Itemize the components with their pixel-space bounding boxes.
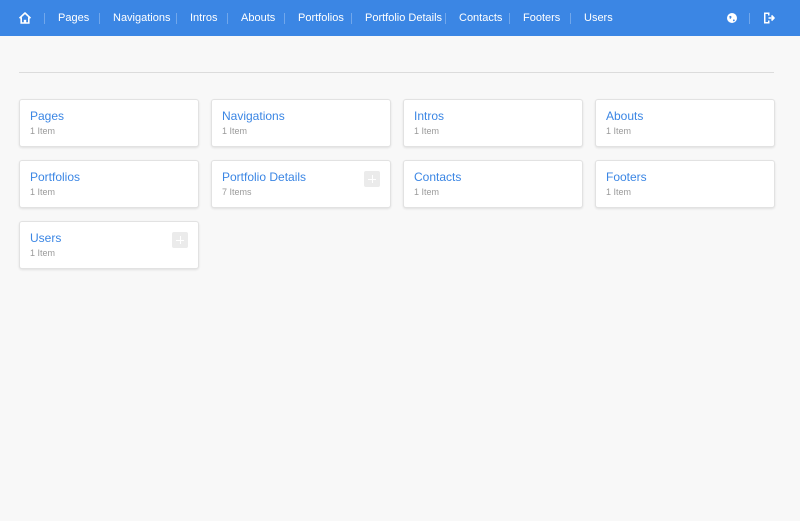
card-title[interactable]: Users: [30, 231, 61, 245]
home-icon[interactable]: [17, 10, 33, 26]
card-item-count: 1 Item: [222, 126, 248, 136]
card-intros[interactable]: Intros 1 Item: [403, 99, 583, 147]
card-item-count: 7 Items: [222, 187, 252, 197]
card-title[interactable]: Pages: [30, 109, 64, 123]
nav-item-intros[interactable]: Intros: [190, 0, 218, 36]
card-item-count: 1 Item: [30, 126, 56, 136]
nav-separator: [445, 13, 446, 24]
nav-separator: [227, 13, 228, 24]
nav-separator: [284, 13, 285, 24]
card-title[interactable]: Footers: [606, 170, 647, 184]
card-title[interactable]: Portfolio Details: [222, 170, 306, 184]
nav-separator: [351, 13, 352, 24]
nav-item-pages[interactable]: Pages: [58, 0, 89, 36]
card-item-count: 1 Item: [30, 187, 56, 197]
card-portfolio-details[interactable]: Portfolio Details 7 Items: [211, 160, 391, 208]
nav-item-abouts[interactable]: Abouts: [241, 0, 275, 36]
nav-item-portfolios[interactable]: Portfolios: [298, 0, 344, 36]
card-abouts[interactable]: Abouts 1 Item: [595, 99, 775, 147]
card-contacts[interactable]: Contacts 1 Item: [403, 160, 583, 208]
nav-item-users[interactable]: Users: [584, 0, 613, 36]
card-pages[interactable]: Pages 1 Item: [19, 99, 199, 147]
card-title[interactable]: Navigations: [222, 109, 285, 123]
nav-item-navigations[interactable]: Navigations: [113, 0, 170, 36]
card-title[interactable]: Abouts: [606, 109, 643, 123]
card-item-count: 1 Item: [606, 187, 632, 197]
nav-separator: [509, 13, 510, 24]
add-item-button[interactable]: [172, 232, 188, 248]
add-item-button[interactable]: [364, 171, 380, 187]
nav-separator: [176, 13, 177, 24]
card-item-count: 1 Item: [414, 187, 440, 197]
card-title[interactable]: Intros: [414, 109, 444, 123]
nav-separator: [44, 13, 45, 24]
card-users[interactable]: Users 1 Item: [19, 221, 199, 269]
card-portfolios[interactable]: Portfolios 1 Item: [19, 160, 199, 208]
card-navigations[interactable]: Navigations 1 Item: [211, 99, 391, 147]
card-title[interactable]: Portfolios: [30, 170, 80, 184]
globe-icon[interactable]: [724, 10, 740, 26]
nav-separator: [570, 13, 571, 24]
card-item-count: 1 Item: [30, 248, 56, 258]
card-item-count: 1 Item: [414, 126, 440, 136]
card-footers[interactable]: Footers 1 Item: [595, 160, 775, 208]
logout-icon[interactable]: [761, 10, 777, 26]
card-item-count: 1 Item: [606, 126, 632, 136]
nav-item-portfolio-details[interactable]: Portfolio Details: [365, 0, 442, 36]
top-navigation-bar: Pages Navigations Intros Abouts Portfoli…: [0, 0, 800, 36]
nav-separator: [99, 13, 100, 24]
content-divider: [19, 72, 774, 73]
card-title[interactable]: Contacts: [414, 170, 461, 184]
nav-separator: [749, 13, 750, 24]
nav-item-contacts[interactable]: Contacts: [459, 0, 502, 36]
nav-item-footers[interactable]: Footers: [523, 0, 560, 36]
